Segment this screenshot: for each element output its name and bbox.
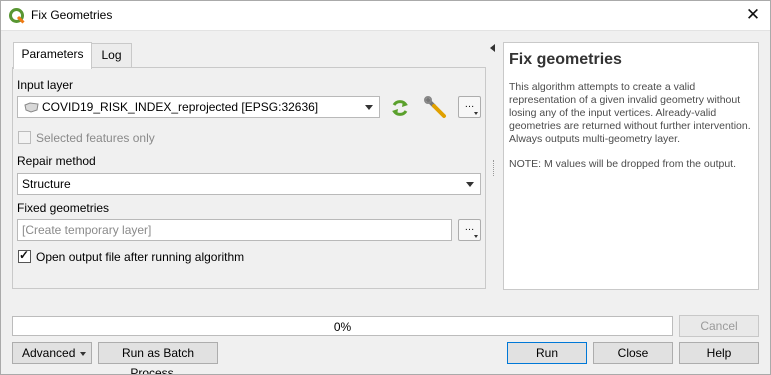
selected-features-label: Selected features only (36, 131, 155, 145)
close-button[interactable]: Close (593, 342, 673, 364)
input-layer-label: Input layer (17, 78, 74, 92)
help-description: This algorithm attempts to create a vali… (509, 81, 751, 145)
splitter-handle[interactable] (493, 160, 495, 176)
repair-method-select[interactable]: Structure (17, 173, 481, 195)
dropdown-arrow-icon (474, 112, 478, 115)
polygon-layer-icon (24, 102, 39, 113)
wrench-settings-icon[interactable] (424, 96, 448, 120)
advanced-label: Advanced (22, 346, 76, 360)
help-panel: Fix geometries This algorithm attempts t… (503, 42, 759, 290)
selected-features-checkbox[interactable] (18, 131, 31, 144)
qgis-logo-icon (9, 8, 25, 24)
repair-method-value: Structure (22, 177, 71, 191)
advanced-button[interactable]: Advanced (12, 342, 92, 364)
iterate-refresh-icon[interactable] (389, 97, 411, 119)
progress-bar: 0% (12, 316, 673, 336)
progress-text: 0% (333, 320, 352, 334)
fixed-geometries-input[interactable]: [Create temporary layer] (17, 219, 452, 241)
fixed-geometries-browse-button[interactable]: … (458, 219, 481, 241)
chevron-down-icon (80, 352, 86, 356)
cancel-button[interactable]: Cancel (679, 315, 759, 337)
batch-process-button[interactable]: Run as Batch Process… (98, 342, 218, 375)
open-output-checkbox[interactable]: ✓ (18, 248, 31, 263)
window-title: Fix Geometries (31, 8, 113, 22)
input-layer-select[interactable]: COVID19_RISK_INDEX_reprojected [EPSG:326… (17, 96, 380, 118)
open-output-label: Open output file after running algorithm (36, 250, 245, 264)
input-layer-browse-button[interactable]: … (458, 96, 481, 118)
input-layer-value: COVID19_RISK_INDEX_reprojected [EPSG:326… (42, 100, 319, 114)
ellipsis-label: … (464, 99, 475, 110)
help-title: Fix geometries (509, 51, 622, 68)
close-window-button[interactable]: ✕ (739, 3, 767, 27)
fixed-geometries-label: Fixed geometries (17, 201, 110, 215)
dropdown-arrow-icon (474, 235, 478, 238)
checkmark-icon: ✓ (19, 248, 30, 262)
tab-log[interactable]: Log (91, 43, 132, 67)
chevron-down-icon (365, 105, 373, 110)
help-button[interactable]: Help (679, 342, 759, 364)
tab-parameters[interactable]: Parameters (13, 42, 92, 69)
fixed-geometries-placeholder: [Create temporary layer] (22, 223, 152, 237)
run-button[interactable]: Run (507, 342, 587, 364)
help-note: NOTE: M values will be dropped from the … (509, 158, 737, 170)
collapse-help-icon[interactable] (489, 44, 497, 52)
chevron-down-icon (466, 182, 474, 187)
title-bar: Fix Geometries ✕ (0, 0, 771, 31)
ellipsis-label: … (464, 222, 475, 233)
repair-method-label: Repair method (17, 154, 96, 168)
